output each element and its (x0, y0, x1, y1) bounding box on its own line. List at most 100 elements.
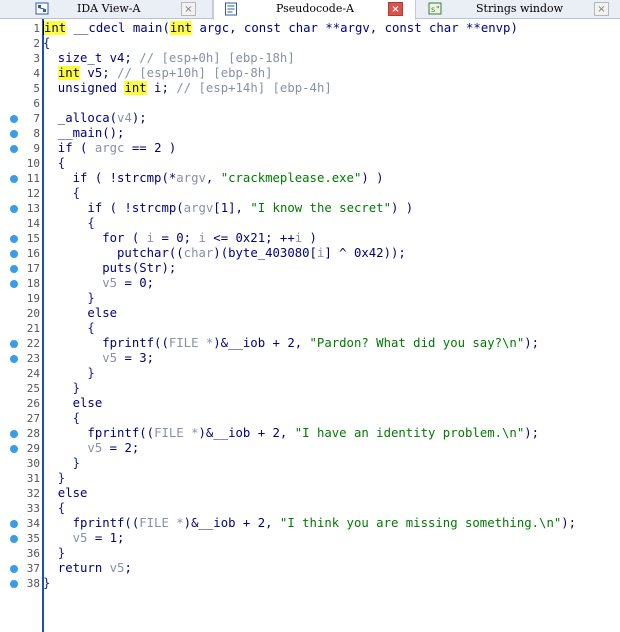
line-number: 21 (26, 322, 40, 335)
breakpoint-dot-icon[interactable] (10, 535, 18, 543)
line-number: 32 (26, 487, 40, 500)
code-line: 25 } (0, 381, 620, 396)
code-text[interactable]: else (43, 306, 117, 321)
breakpoint-dot-icon[interactable] (10, 205, 18, 213)
breakpoint-dot-icon[interactable] (10, 430, 18, 438)
code-text[interactable]: unsigned int i; // [esp+14h] [ebp-4h] (43, 81, 332, 96)
breakpoint-dot-icon[interactable] (10, 280, 18, 288)
pseudocode-editor[interactable]: 1 int __cdecl main(int argc, const char … (0, 19, 620, 632)
code-text[interactable]: for ( i = 0; i <= 0x21; ++i ) (43, 231, 317, 246)
code-line: 10 { (0, 156, 620, 171)
code-text[interactable]: { (43, 501, 65, 516)
code-text[interactable]: fprintf((FILE *)&__iob + 2, "I have an i… (43, 426, 539, 441)
code-text[interactable]: v5 = 2; (43, 441, 139, 456)
code-text[interactable]: int __cdecl main(int argc, const char **… (43, 21, 518, 36)
code-line: 4 int v5; // [esp+10h] [ebp-8h] (0, 66, 620, 81)
code-text[interactable]: v5 = 3; (43, 351, 154, 366)
line-number: 20 (26, 307, 40, 320)
code-text[interactable]: fprintf((FILE *)&__iob + 2, "Pardon? Wha… (43, 336, 539, 351)
breakpoint-dot-icon[interactable] (10, 115, 18, 123)
tab-ida-view[interactable]: IDA View-A × (0, 0, 213, 19)
tab-pseudocode[interactable]: Pseudocode-A × (213, 0, 416, 20)
code-text[interactable]: __main(); (43, 126, 125, 141)
breakpoint-dot-icon[interactable] (10, 145, 18, 153)
line-number: 14 (26, 217, 40, 230)
code-text[interactable]: { (43, 36, 50, 51)
code-line: 3 size_t v4; // [esp+0h] [ebp-18h] (0, 51, 620, 66)
code-text[interactable]: } (43, 546, 65, 561)
breakpoint-dot-icon[interactable] (10, 445, 18, 453)
code-line: 8 __main(); (0, 126, 620, 141)
svg-text:s: s (431, 5, 435, 14)
ida-view-icon (35, 2, 49, 15)
code-text[interactable]: puts(Str); (43, 261, 176, 276)
code-text[interactable]: fprintf((FILE *)&__iob + 2, "I think you… (43, 516, 576, 531)
line-number: 6 (33, 97, 40, 110)
code-text[interactable]: _alloca(v4); (43, 111, 147, 126)
code-line: 19 } (0, 291, 620, 306)
code-text[interactable]: } (43, 576, 50, 591)
breakpoint-dot-icon[interactable] (10, 175, 18, 183)
code-text[interactable]: } (43, 291, 94, 306)
line-number: 17 (26, 262, 40, 275)
code-line: 38 } (0, 576, 620, 591)
line-number: 1 (33, 22, 40, 35)
code-text[interactable]: { (43, 216, 94, 231)
tab-strings-window[interactable]: s " Strings window × (416, 0, 620, 19)
code-text[interactable]: } (43, 366, 94, 381)
line-number: 4 (33, 67, 40, 80)
code-text[interactable]: if ( argc == 2 ) (43, 141, 176, 156)
line-number: 18 (26, 277, 40, 290)
line-number: 27 (26, 412, 40, 425)
line-number: 16 (26, 247, 40, 260)
code-line: 26 else (0, 396, 620, 411)
close-icon[interactable]: × (181, 2, 196, 16)
code-text[interactable]: } (43, 381, 80, 396)
code-text[interactable]: return v5; (43, 561, 132, 576)
code-text[interactable]: v5 = 1; (43, 531, 125, 546)
close-icon[interactable]: × (388, 2, 403, 16)
line-number: 35 (26, 532, 40, 545)
code-line: 20 else (0, 306, 620, 321)
code-text[interactable]: putchar((char)(byte_403080[i] ^ 0x42)); (43, 246, 406, 261)
code-text[interactable]: } (43, 471, 65, 486)
breakpoint-dot-icon[interactable] (10, 580, 18, 588)
breakpoint-dot-icon[interactable] (10, 130, 18, 138)
breakpoint-dot-icon[interactable] (10, 250, 18, 258)
breakpoint-dot-icon[interactable] (10, 565, 18, 573)
line-number: 26 (26, 397, 40, 410)
code-line: 24 } (0, 366, 620, 381)
code-text[interactable]: { (43, 321, 94, 336)
code-line: 13 if ( !strcmp(argv[1], "I know the sec… (0, 201, 620, 216)
code-text[interactable]: if ( !strcmp(argv[1], "I know the secret… (43, 201, 413, 216)
code-text[interactable]: } (43, 456, 80, 471)
code-line: 7 _alloca(v4); (0, 111, 620, 126)
code-line: 22 fprintf((FILE *)&__iob + 2, "Pardon? … (0, 336, 620, 351)
code-line: 6 (0, 96, 620, 111)
close-icon[interactable]: × (594, 2, 609, 16)
code-text[interactable]: else (43, 486, 88, 501)
code-text[interactable]: { (43, 156, 65, 171)
breakpoint-dot-icon[interactable] (10, 235, 18, 243)
code-line: 16 putchar((char)(byte_403080[i] ^ 0x42)… (0, 246, 620, 261)
breakpoint-dot-icon[interactable] (10, 340, 18, 348)
code-line: 11 if ( !strcmp(*argv, "crackmeplease.ex… (0, 171, 620, 186)
code-text[interactable]: size_t v4; // [esp+0h] [ebp-18h] (43, 51, 295, 66)
breakpoint-dot-icon[interactable] (10, 355, 18, 363)
line-number: 37 (26, 562, 40, 575)
line-number: 38 (26, 577, 40, 590)
code-text[interactable]: int v5; // [esp+10h] [ebp-8h] (43, 66, 273, 81)
code-text[interactable]: v5 = 0; (43, 276, 154, 291)
code-text[interactable]: if ( !strcmp(*argv, "crackmeplease.exe")… (43, 171, 384, 186)
code-line: 14 { (0, 216, 620, 231)
code-text[interactable]: { (43, 186, 80, 201)
code-text[interactable]: { (43, 411, 80, 426)
breakpoint-dot-icon[interactable] (10, 520, 18, 528)
breakpoint-dot-icon[interactable] (10, 265, 18, 273)
line-number: 8 (33, 127, 40, 140)
code-line: 28 fprintf((FILE *)&__iob + 2, "I have a… (0, 426, 620, 441)
code-text[interactable]: else (43, 396, 103, 411)
code-line: 23 v5 = 3; (0, 351, 620, 366)
tab-label: Pseudocode-A (276, 2, 355, 15)
code-line: 15 for ( i = 0; i <= 0x21; ++i ) (0, 231, 620, 246)
